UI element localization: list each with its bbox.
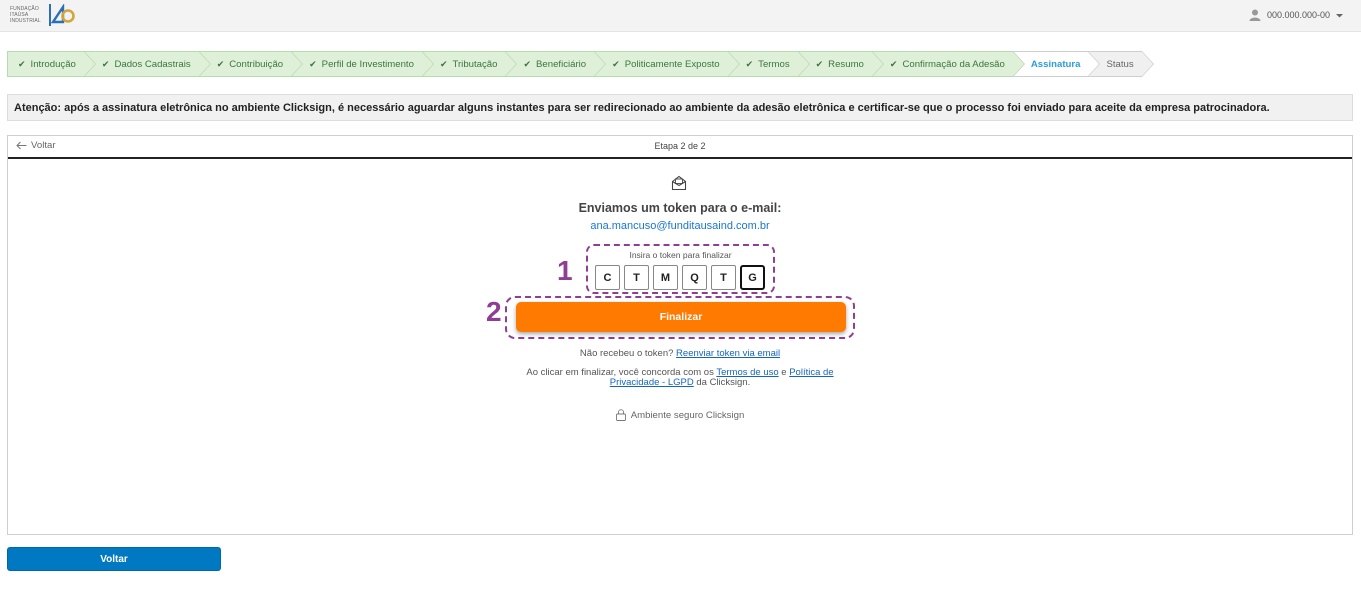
check-icon: ✔ [439,58,448,69]
token-digit-input[interactable]: T [624,265,649,290]
token-digit-input[interactable]: M [653,265,678,290]
check-icon: ✔ [101,58,110,69]
resend-token-link[interactable]: Reenviar token via email [676,348,780,359]
token-digit-input[interactable]: G [740,265,765,290]
check-icon: ✔ [745,58,754,69]
token-digit-input[interactable]: C [595,265,620,290]
step-label: Contribuição [229,58,284,70]
step-perfil-de-investimento[interactable]: ✔ Perfil de Investimento [291,51,434,77]
finalize-button[interactable]: Finalizar [516,302,846,332]
check-icon: ✔ [612,58,620,69]
annotation-number-1: 1 [557,255,573,286]
step-label: Dados Cadastrais [114,58,191,70]
token-heading: Enviamos um token para o e-mail: [578,201,782,215]
step-label: Status [1106,58,1134,70]
step-label: Politicamente Exposto [624,58,720,70]
logo-text: FUNDAÇÃO ITAÚSA INDUSTRIAL [10,6,46,24]
top-bar: FUNDAÇÃO ITAÚSA INDUSTRIAL 000.000.000-0… [0,0,1361,32]
check-icon: ✔ [523,58,532,69]
secure-label: Ambiente seguro Clicksign [630,409,745,421]
step-confirmacao-da-adesao[interactable]: ✔ Confirmação da Adesão [871,51,1025,77]
step-label: Assinatura [1030,58,1081,70]
check-icon: ✔ [18,58,26,69]
lock-icon [615,409,626,421]
signature-panel: Voltar Etapa 2 de 2 Enviamos um token pa… [7,135,1353,535]
step-label: Tributação [452,58,498,70]
step-introducao[interactable]: ✔ Introdução [7,51,96,77]
terms-and: e [781,367,787,378]
logo-line-3: INDUSTRIAL [10,18,41,24]
annotation-number-2: 2 [486,296,502,327]
user-id: 000.000.000-00 [1266,10,1330,20]
step-label: Resumo [828,58,864,70]
step-label: Perfil de Investimento [321,58,414,70]
user-menu[interactable]: 000.000.000-00 [1249,9,1343,21]
token-cells: CTMQTG [595,265,765,290]
alert-banner: Atenção: após a assinatura eletrônica no… [7,94,1353,121]
token-label: Insira o token para finalizar [629,250,732,260]
terms-text: Ao clicar em finalizar, você concorda co… [508,368,852,388]
user-icon [1249,9,1261,21]
step-dados-cadastrais[interactable]: ✔ Dados Cadastrais [83,51,211,77]
progress-stepper: ✔ Introdução ✔ Dados Cadastrais ✔ Contribuiçã… [7,51,1154,77]
step-label: Confirmação da Adesão [902,58,1005,70]
step-indicator: Etapa 2 de 2 [654,141,706,151]
check-icon: ✔ [815,58,824,69]
secure-environment: Ambiente seguro Clicksign [8,409,1352,421]
check-icon: ✔ [309,58,317,69]
resend-text: Não recebeu o token? Reenviar token via … [8,348,1352,359]
token-digit-input[interactable]: T [711,265,736,290]
check-icon: ✔ [216,58,225,69]
token-input-group: Insira o token para finalizar CTMQTG [586,244,775,294]
chevron-down-icon [1336,12,1343,19]
step-label: Termos [758,58,790,70]
step-label: Beneficiário [536,58,587,70]
logo-40-icon [49,3,75,26]
terms-suffix: da Clicksign. [696,377,751,388]
step-tributacao[interactable]: ✔ Tributação [421,51,517,77]
panel-header: Voltar Etapa 2 de 2 [8,136,1352,159]
token-email: ana.mancuso@funditausaind.com.br [590,220,770,232]
check-icon: ✔ [889,58,898,69]
alert-text: Atenção: após a assinatura eletrônica no… [14,101,1270,114]
resend-prefix: Não recebeu o token? [579,348,674,359]
step-beneficiario[interactable]: ✔ Beneficiário [505,51,606,77]
token-digit-input[interactable]: Q [682,265,707,290]
step-politicamente-exposto[interactable]: ✔ Politicamente Exposto [594,51,741,77]
step-label: Introdução [30,58,76,70]
bottom-back-button[interactable]: Voltar [7,547,221,571]
envelope-open-icon [671,175,687,191]
step-contribuicao[interactable]: ✔ Contribuição [198,51,304,77]
logo: FUNDAÇÃO ITAÚSA INDUSTRIAL [10,3,75,26]
